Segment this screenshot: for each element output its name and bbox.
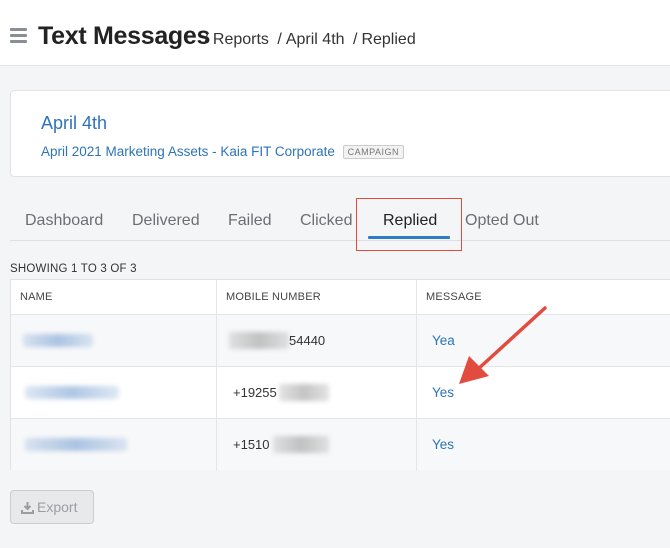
message-link[interactable]: Yes	[432, 385, 454, 400]
top-bar: Text Messages / Reports / April 4th / Repl…	[0, 0, 670, 66]
redacted-name	[23, 334, 93, 347]
tab-dashboard[interactable]: Dashboard	[25, 212, 103, 230]
message-cell: Yes	[416, 419, 670, 471]
page-title: Text Messages	[38, 22, 211, 50]
breadcrumb-separator: /	[277, 31, 282, 48]
annotation-arrow	[459, 306, 547, 384]
breadcrumb-separator: /	[204, 31, 209, 48]
redacted-number	[229, 332, 289, 349]
column-header-name[interactable]: NAME	[11, 280, 216, 314]
name-cell	[11, 419, 216, 471]
redacted-number	[279, 384, 329, 401]
name-cell	[11, 367, 216, 419]
mobile-number: +19255	[233, 385, 277, 400]
table-row: +19255 Yes	[11, 366, 670, 419]
breadcrumb-reports[interactable]: Reports	[213, 31, 269, 48]
download-icon	[21, 502, 34, 514]
breadcrumb: / Reports / April 4th / Replied	[204, 31, 416, 49]
mobile-cell: +19255	[216, 367, 416, 419]
campaign-link[interactable]: April 2021 Marketing Assets - Kaia FIT C…	[41, 144, 335, 159]
annotation-arrow-shaft	[475, 306, 547, 372]
hamburger-menu-icon[interactable]	[10, 28, 27, 44]
tab-bar: Dashboard Delivered Failed Clicked Repli…	[10, 196, 670, 241]
breadcrumb-april-4th[interactable]: April 4th	[286, 31, 345, 48]
annotation-arrow-head	[459, 356, 489, 384]
campaign-badge: CAMPAIGN	[342, 145, 404, 159]
replies-table: NAME MOBILE NUMBER MESSAGE 54440 Yea +19…	[10, 279, 670, 471]
export-label: Export	[37, 499, 78, 515]
tab-opted-out[interactable]: Opted Out	[465, 212, 539, 230]
mobile-cell: 54440	[216, 315, 416, 367]
redacted-number	[273, 436, 329, 453]
breadcrumb-separator: /	[353, 31, 358, 48]
export-button[interactable]: Export	[10, 490, 94, 524]
column-header-mobile-number[interactable]: MOBILE NUMBER	[216, 280, 416, 314]
message-link[interactable]: Yea	[432, 333, 455, 348]
name-cell	[11, 315, 216, 367]
mobile-number: 54440	[289, 333, 326, 348]
breadcrumb-replied: Replied	[361, 31, 416, 48]
showing-count: SHOWING 1 TO 3 OF 3	[10, 263, 137, 275]
mobile-number: +1510	[233, 437, 270, 452]
tab-delivered[interactable]: Delivered	[132, 212, 200, 230]
redacted-name	[25, 438, 127, 451]
tab-failed[interactable]: Failed	[228, 212, 272, 230]
table-row: 54440 Yea	[11, 314, 670, 367]
campaign-card: April 4th April 2021 Marketing Assets - …	[10, 90, 670, 177]
tab-clicked[interactable]: Clicked	[300, 212, 352, 230]
message-link[interactable]: Yes	[432, 437, 454, 452]
mobile-cell: +1510	[216, 419, 416, 471]
campaign-subtitle: April 2021 Marketing Assets - Kaia FIT C…	[41, 144, 404, 159]
redacted-name	[25, 386, 119, 399]
campaign-title[interactable]: April 4th	[41, 113, 107, 134]
table-row: +1510 Yes	[11, 418, 670, 471]
annotation-highlight-box	[356, 198, 462, 251]
